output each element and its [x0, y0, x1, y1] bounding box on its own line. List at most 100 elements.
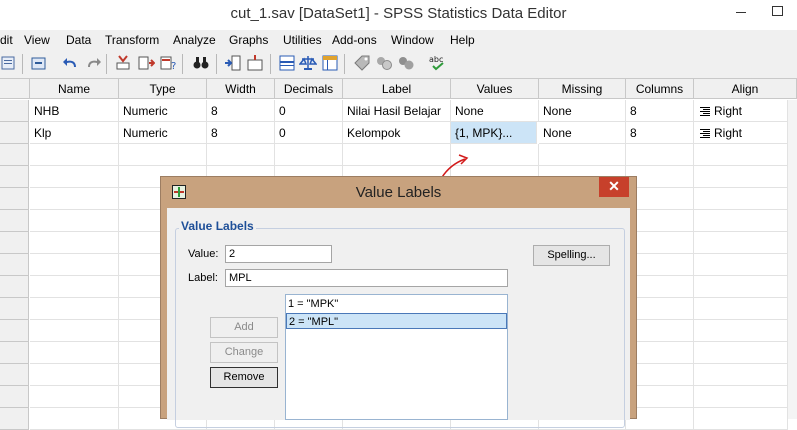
- empty-cell[interactable]: [30, 232, 119, 254]
- label-input[interactable]: MPL: [225, 269, 508, 287]
- empty-cell[interactable]: [694, 254, 788, 276]
- spelling-icon[interactable]: abc: [428, 54, 446, 72]
- minimize-icon[interactable]: [720, 0, 760, 24]
- empty-cell[interactable]: [694, 408, 788, 430]
- empty-cell[interactable]: [694, 188, 788, 210]
- split-file-icon[interactable]: [278, 54, 296, 72]
- empty-cell[interactable]: [694, 298, 788, 320]
- spelling-button[interactable]: Spelling...: [533, 245, 610, 266]
- use-variable-sets-icon[interactable]: [375, 54, 393, 72]
- row-header[interactable]: [0, 320, 29, 342]
- row-header[interactable]: [0, 144, 29, 166]
- empty-cell[interactable]: [694, 144, 788, 166]
- row-header[interactable]: [0, 100, 29, 122]
- row-header[interactable]: [0, 342, 29, 364]
- cell-label[interactable]: Kelompok: [343, 122, 451, 144]
- row-header[interactable]: [0, 166, 29, 188]
- cell-align[interactable]: Right: [694, 122, 788, 144]
- value-labels-icon[interactable]: [353, 54, 371, 72]
- empty-cell[interactable]: [626, 144, 694, 166]
- cell-columns[interactable]: 8: [626, 100, 694, 122]
- print-icon[interactable]: [0, 54, 18, 72]
- row-header[interactable]: [0, 122, 29, 144]
- empty-cell[interactable]: [30, 386, 119, 408]
- row-header[interactable]: [0, 408, 29, 430]
- dialog-recall-icon[interactable]: [30, 54, 48, 72]
- column-header-label[interactable]: Label: [343, 79, 451, 99]
- maximize-icon[interactable]: [757, 0, 797, 24]
- weight-cases-icon[interactable]: [299, 54, 317, 72]
- empty-cell[interactable]: [30, 364, 119, 386]
- menu-data[interactable]: Data: [66, 33, 91, 47]
- undo-icon[interactable]: [62, 54, 80, 72]
- row-header[interactable]: [0, 364, 29, 386]
- row-header[interactable]: [0, 188, 29, 210]
- find-icon[interactable]: [192, 54, 210, 72]
- vertical-scrollbar[interactable]: [788, 100, 797, 419]
- empty-cell[interactable]: [207, 144, 275, 166]
- empty-cell[interactable]: [275, 144, 343, 166]
- goto-variable-icon[interactable]: [137, 54, 155, 72]
- empty-cell[interactable]: [694, 210, 788, 232]
- select-cases-icon[interactable]: [321, 54, 339, 72]
- column-header-decimals[interactable]: Decimals: [275, 79, 343, 99]
- empty-cell[interactable]: [694, 276, 788, 298]
- empty-cell[interactable]: [694, 232, 788, 254]
- cell-values-selected[interactable]: {1, MPK}...: [451, 122, 537, 144]
- add-button[interactable]: Add: [210, 317, 278, 338]
- row-header[interactable]: [0, 254, 29, 276]
- empty-cell[interactable]: [30, 276, 119, 298]
- menu-help[interactable]: Help: [450, 33, 475, 47]
- close-button[interactable]: ✕: [599, 177, 629, 197]
- list-item[interactable]: 1 = "MPK": [286, 296, 507, 312]
- empty-cell[interactable]: [30, 408, 119, 430]
- empty-cell[interactable]: [694, 166, 788, 188]
- cell-values[interactable]: None: [451, 100, 539, 122]
- empty-cell[interactable]: [539, 144, 626, 166]
- empty-cell[interactable]: [30, 188, 119, 210]
- empty-cell[interactable]: [694, 386, 788, 408]
- empty-cell[interactable]: [119, 144, 207, 166]
- column-header-columns[interactable]: Columns: [626, 79, 694, 99]
- column-header-align[interactable]: Align: [694, 79, 797, 99]
- column-header-missing[interactable]: Missing: [539, 79, 626, 99]
- cell-align[interactable]: Right: [694, 100, 788, 122]
- remove-button[interactable]: Remove: [210, 367, 278, 388]
- cell-missing[interactable]: None: [539, 100, 626, 122]
- cell-decimals[interactable]: 0: [275, 122, 343, 144]
- menu-graphs[interactable]: Graphs: [229, 33, 268, 47]
- value-labels-list[interactable]: 1 = "MPK" 2 = "MPL": [285, 294, 508, 420]
- row-header[interactable]: [0, 386, 29, 408]
- empty-cell[interactable]: [30, 298, 119, 320]
- row-header[interactable]: [0, 210, 29, 232]
- cell-label[interactable]: Nilai Hasil Belajar: [343, 100, 451, 122]
- cell-name[interactable]: Klp: [30, 122, 119, 144]
- empty-cell[interactable]: [30, 210, 119, 232]
- variables-icon[interactable]: ?: [159, 54, 177, 72]
- empty-cell[interactable]: [30, 166, 119, 188]
- menu-transform[interactable]: Transform: [105, 33, 159, 47]
- cell-missing[interactable]: None: [539, 122, 626, 144]
- column-header-name[interactable]: Name: [30, 79, 119, 99]
- redo-icon[interactable]: [84, 54, 102, 72]
- menu-view[interactable]: View: [24, 33, 50, 47]
- cell-type[interactable]: Numeric: [119, 122, 207, 144]
- empty-cell[interactable]: [30, 144, 119, 166]
- empty-cell[interactable]: [30, 254, 119, 276]
- goto-case-icon[interactable]: [114, 54, 132, 72]
- menu-edit[interactable]: dit: [0, 33, 13, 47]
- column-header-width[interactable]: Width: [207, 79, 275, 99]
- row-header[interactable]: [0, 298, 29, 320]
- cell-type[interactable]: Numeric: [119, 100, 207, 122]
- cell-width[interactable]: 8: [207, 100, 275, 122]
- column-header-values[interactable]: Values: [451, 79, 539, 99]
- empty-cell[interactable]: [694, 320, 788, 342]
- change-button[interactable]: Change: [210, 342, 278, 363]
- insert-cases-icon[interactable]: [224, 54, 242, 72]
- column-header-type[interactable]: Type: [119, 79, 207, 99]
- empty-cell[interactable]: [694, 364, 788, 386]
- empty-cell[interactable]: [694, 342, 788, 364]
- cell-decimals[interactable]: 0: [275, 100, 343, 122]
- cell-width[interactable]: 8: [207, 122, 275, 144]
- cell-name[interactable]: NHB: [30, 100, 119, 122]
